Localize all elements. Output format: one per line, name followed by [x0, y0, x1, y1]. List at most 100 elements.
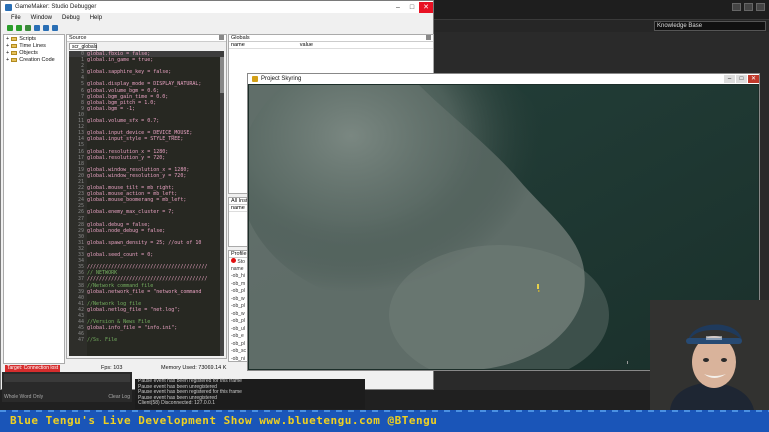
memory-readout: Memory Used: 73069.14 K: [161, 365, 227, 371]
game-titlebar: Project Skyring – □ ✕: [248, 74, 759, 84]
expand-icon: +: [6, 49, 10, 56]
code-text: ////////////////////////////////////////: [87, 264, 208, 271]
menu-debug[interactable]: Debug: [62, 15, 80, 21]
toolbar: [1, 23, 433, 33]
fps-readout: Fps: 103: [101, 365, 123, 371]
code-text: global.seed_count = 0;: [87, 252, 154, 259]
code-text: //Network command file: [87, 282, 154, 289]
pane-close-icon[interactable]: [426, 35, 431, 40]
profile-row[interactable]: -ob_hi: [229, 273, 249, 281]
column-name[interactable]: name: [231, 42, 245, 48]
gamemaker-icon: [5, 3, 12, 11]
tree-item-objects[interactable]: + Objects: [4, 49, 64, 56]
knowledge-base-search[interactable]: Knowledge Base: [654, 21, 766, 31]
console-input[interactable]: [4, 374, 130, 382]
whole-word-toggle[interactable]: Whole Word Only: [4, 394, 43, 400]
debugger-titlebar: GameMaker: Studio Debugger – □ ✕: [1, 1, 433, 13]
play-icon[interactable]: [7, 25, 13, 31]
globals-columns: name value: [229, 42, 433, 49]
profile-col-name[interactable]: name: [229, 266, 249, 274]
folder-icon: [11, 43, 18, 48]
code-line[interactable]: 47//Ss. File: [69, 337, 224, 343]
profile-row[interactable]: -ob_pl: [229, 341, 249, 349]
minimize-button[interactable]: –: [724, 75, 735, 83]
game-window-controls: – □ ✕: [724, 75, 759, 83]
code-text: global.info_file = "info.ini";: [87, 325, 178, 332]
code-text: global.bgm = -1;: [87, 105, 136, 112]
output-log: Pause event has been registered for this…: [135, 378, 365, 409]
step-into-icon[interactable]: [34, 25, 40, 31]
code-text: global.node_debug = false;: [87, 227, 166, 234]
code-text: global.mouse_action = mb_left;: [87, 191, 178, 198]
folder-icon: [11, 50, 18, 55]
distant-object: [627, 361, 628, 364]
tree-item-creation-code[interactable]: + Creation Code: [4, 56, 64, 63]
profile-row[interactable]: -ob_pl: [229, 288, 249, 296]
code-text: global.network_file = "network_command: [87, 288, 202, 295]
pane-close-icon[interactable]: [219, 35, 224, 40]
menu-file[interactable]: File: [11, 15, 21, 21]
maximize-button[interactable]: [744, 3, 753, 11]
code-text: global.resolution_y = 720;: [87, 154, 166, 161]
minimize-button[interactable]: [732, 3, 741, 11]
code-editor[interactable]: 0 global.fbxio = false; 1 global.in_game = …: [69, 51, 224, 356]
expand-icon: +: [6, 35, 10, 42]
player-shadow: [538, 290, 540, 292]
code-text: global.display_mode = DISPLAY_NATURAL;: [87, 81, 202, 88]
profile-row[interactable]: -ob_pl: [229, 303, 249, 311]
expand-icon: +: [6, 56, 10, 63]
pause-icon[interactable]: [16, 25, 22, 31]
menu-help[interactable]: Help: [90, 15, 102, 21]
streamer-webcam: [650, 300, 769, 410]
minimize-button[interactable]: –: [391, 2, 405, 13]
maximize-button[interactable]: □: [405, 2, 419, 13]
code-text: global.bgm_gain_time = 0.0;: [87, 93, 169, 100]
profile-row[interactable]: -ob_ul: [229, 326, 249, 334]
tab-scr-globals[interactable]: scr_globals: [69, 43, 97, 50]
step-over-icon[interactable]: [43, 25, 49, 31]
profile-record-toggle[interactable]: Sto: [229, 258, 249, 266]
tree-item-timelines[interactable]: + Time Lines: [4, 42, 64, 49]
tree-label: Creation Code: [19, 56, 55, 63]
tree-label: Objects: [19, 49, 38, 56]
profile-row[interactable]: -ob_pl: [229, 318, 249, 326]
refresh-icon[interactable]: [25, 25, 31, 31]
screen: Knowledge Base GameMaker: Studio Debugge…: [0, 0, 769, 432]
code-text: global.window_resolution_y = 720;: [87, 172, 187, 179]
step-out-icon[interactable]: [52, 25, 58, 31]
profile-row[interactable]: -ob_ni: [229, 356, 249, 364]
close-button[interactable]: [756, 3, 765, 11]
all-instances-header: All Inst: [229, 198, 249, 205]
profile-row[interactable]: -ob_w: [229, 311, 249, 319]
profile-row[interactable]: -ob_w: [229, 296, 249, 304]
close-button[interactable]: ✕: [748, 75, 759, 83]
code-text: global.spawn_density = 25; //out of 10: [87, 239, 202, 246]
profile-row[interactable]: -ob_sc: [229, 348, 249, 356]
output-console: Whole Word Only Clear Log: [2, 372, 132, 402]
code-text: global.resolution_x = 1280;: [87, 148, 169, 155]
target-status-badge: Target: Connection lost: [5, 364, 60, 372]
column-value[interactable]: value: [300, 42, 313, 48]
code-text: global.volume_sfx = 0.7;: [87, 118, 160, 125]
code-text: //Network log file: [87, 300, 142, 307]
column-name[interactable]: name: [231, 205, 245, 211]
menu-window[interactable]: Window: [31, 15, 52, 21]
banner-text: Blue Tengu's Live Development Show www.b…: [10, 414, 438, 427]
source-pane-header: Source: [67, 35, 226, 42]
profile-row[interactable]: -ob_m: [229, 281, 249, 289]
clear-log-button[interactable]: Clear Log: [108, 394, 130, 400]
game-icon: [252, 76, 258, 82]
code-text: global.input_style = STYLE_TREE;: [87, 136, 184, 143]
code-text: global.mouse_boomerang = mb_left;: [87, 197, 187, 204]
source-pane: Source scr_globals 0 global.fbxio = false…: [66, 34, 227, 359]
record-label: Sto: [237, 259, 245, 265]
log-line: Client(58) Disconnected: 127.0.0.1: [138, 400, 215, 406]
code-text: global.bgm_pitch = 1.0;: [87, 99, 157, 106]
maximize-button[interactable]: □: [736, 75, 747, 83]
profile-row[interactable]: -ob_e: [229, 333, 249, 341]
tree-item-scripts[interactable]: + Scripts: [4, 35, 64, 42]
close-button[interactable]: ✕: [419, 1, 433, 13]
pane-title: All Inst: [231, 198, 248, 204]
profile-header: Profile: [229, 251, 249, 258]
player-sprite: [537, 284, 539, 289]
